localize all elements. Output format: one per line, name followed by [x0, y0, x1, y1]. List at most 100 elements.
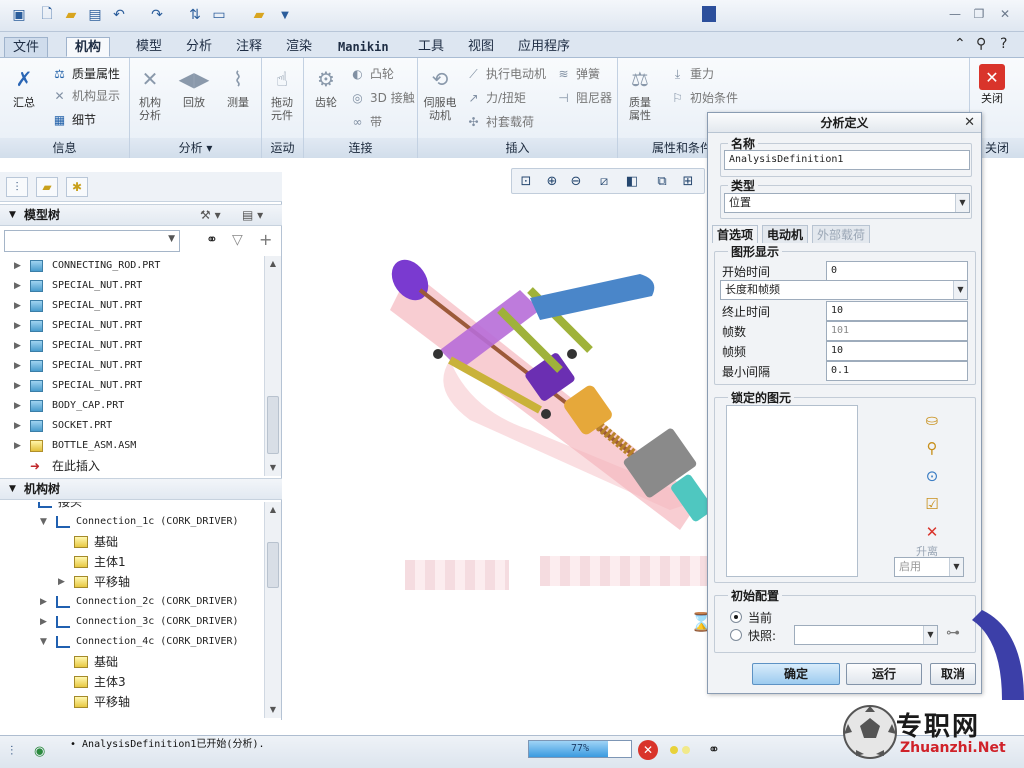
expand-arrow-icon[interactable]: ▶: [14, 316, 21, 336]
expand-arrow-icon[interactable]: ▶: [14, 396, 21, 416]
expand-arrow-icon[interactable]: ▶: [40, 612, 47, 632]
collapse-arrow-icon[interactable]: ▼: [40, 512, 47, 532]
minimize-icon[interactable]: —: [948, 8, 962, 20]
tree-item[interactable]: ▶ SOCKET.PRT: [0, 416, 264, 436]
tree-item[interactable]: ▶ SPECIAL_NUT.PRT: [0, 336, 264, 356]
lock-body-icon[interactable]: ⛀: [921, 409, 943, 431]
tree-item[interactable]: ▶ SPECIAL_NUT.PRT: [0, 276, 264, 296]
current-radio[interactable]: [730, 611, 742, 623]
mech-tree-item[interactable]: 接头: [0, 502, 264, 512]
playback-button[interactable]: ◀▶ 回放: [174, 64, 214, 109]
mech-tree-item[interactable]: ▶ Connection_3c (CORK_DRIVER): [0, 612, 264, 632]
summary-button[interactable]: ✗ 汇总: [4, 64, 44, 109]
cam-button[interactable]: ◐ 凸轮: [350, 64, 394, 84]
mech-tree-scrollbar[interactable]: ▲ ▼: [264, 502, 281, 718]
cancel-button[interactable]: 取消: [930, 663, 976, 685]
tab-view[interactable]: 视图: [460, 37, 502, 57]
mech-tree-item[interactable]: ▼ Connection_4c (CORK_DRIVER): [0, 632, 264, 652]
mech-tree-item[interactable]: ▼ Connection_1c (CORK_DRIVER): [0, 512, 264, 532]
tab-annotate[interactable]: 注释: [228, 37, 270, 57]
model-tree-tab-icon[interactable]: ⫶: [6, 177, 28, 197]
mech-display-button[interactable]: ✕ 机构显示: [52, 86, 120, 106]
damper-button[interactable]: ⊣ 阻尼器: [556, 88, 612, 108]
exec-motor-button[interactable]: ⟋ 执行电动机: [466, 64, 546, 84]
browser-icon[interactable]: ◉: [34, 744, 45, 759]
snapshot-radio[interactable]: [730, 629, 742, 641]
model-tree-scrollbar[interactable]: ▲ ▼: [264, 256, 281, 476]
mass-properties-button[interactable]: ⚖ 质量 属性: [620, 64, 660, 122]
tree-item[interactable]: ▶ SPECIAL_NUT.PRT: [0, 356, 264, 376]
close-button[interactable]: ✕ 关闭: [972, 64, 1012, 105]
find-icon[interactable]: ⚭: [708, 742, 720, 758]
collapse-arrow-icon[interactable]: ▼: [40, 632, 47, 652]
tree-item[interactable]: ▶ BODY_CAP.PRT: [0, 396, 264, 416]
search-icon[interactable]: ⚲: [976, 36, 986, 52]
detail-button[interactable]: ▦ 细节: [52, 110, 96, 130]
filter-icon[interactable]: ▽: [232, 232, 243, 248]
mech-tree-item[interactable]: 平移轴: [0, 692, 264, 712]
expand-arrow-icon[interactable]: ▶: [14, 296, 21, 316]
mech-tree-item[interactable]: ▶ Connection_2c (CORK_DRIVER): [0, 592, 264, 612]
spring-button[interactable]: ≋ 弹簧: [556, 64, 600, 84]
locked-entities-list[interactable]: [726, 405, 858, 577]
redo-icon[interactable]: ↷: [148, 6, 166, 24]
zoom-in-icon[interactable]: ⊕: [542, 172, 562, 192]
tree-item[interactable]: ▶ SPECIAL_NUT.PRT: [0, 376, 264, 396]
lock-check-icon[interactable]: ☑: [921, 493, 943, 515]
save-icon[interactable]: ▤: [86, 6, 104, 24]
tab-preferences[interactable]: 首选项: [712, 225, 759, 243]
tree-item[interactable]: ▶ SPECIAL_NUT.PRT: [0, 316, 264, 336]
end-time-input[interactable]: 10: [826, 301, 968, 321]
tab-tools[interactable]: 工具: [410, 37, 452, 57]
help-icon[interactable]: ?: [1000, 36, 1007, 52]
scroll-up-icon[interactable]: ▲: [265, 256, 281, 272]
mech-tree-item[interactable]: ▶ 平移轴: [0, 572, 264, 592]
expand-arrow-icon[interactable]: ▶: [58, 572, 65, 592]
tree-item[interactable]: ▶ CONNECTING_ROD.PRT: [0, 256, 264, 276]
mechanism-model-view[interactable]: [380, 250, 710, 550]
lock-cam-icon[interactable]: ⊙: [921, 465, 943, 487]
servo-motor-button[interactable]: ⟲ 伺服电 动机: [420, 64, 460, 122]
expand-arrow-icon[interactable]: ▶: [14, 256, 21, 276]
mech-tree-item[interactable]: 主体3: [0, 672, 264, 692]
scroll-down-icon[interactable]: ▼: [265, 460, 281, 476]
min-interval-input[interactable]: 0.1: [826, 361, 968, 381]
favorites-tab-icon[interactable]: ✱: [66, 177, 88, 197]
expand-arrow-icon[interactable]: ▶: [14, 416, 21, 436]
scroll-down-icon[interactable]: ▼: [265, 702, 281, 718]
gear-button[interactable]: ⚙ 齿轮: [306, 64, 346, 109]
repaint-icon[interactable]: ⧄: [594, 172, 614, 192]
tree-toggle-icon[interactable]: ⫶: [10, 744, 13, 759]
tree-item[interactable]: ▶ BOTTLE_ASM.ASM: [0, 436, 264, 456]
stop-icon[interactable]: ✕: [638, 740, 658, 760]
tab-file[interactable]: 文件: [4, 37, 49, 57]
folder-browser-tab-icon[interactable]: ▰: [36, 177, 58, 197]
dialog-close-icon[interactable]: ✕: [964, 115, 975, 131]
start-time-input[interactable]: 0: [826, 261, 968, 281]
gravity-button[interactable]: ⤓ 重力: [670, 64, 714, 84]
add-column-icon[interactable]: +: [259, 230, 272, 249]
insert-here-item[interactable]: ➜ 在此插入: [0, 456, 264, 476]
restore-icon[interactable]: ❐: [972, 8, 986, 20]
frame-rate-input[interactable]: 10: [826, 341, 968, 361]
mech-tree-item[interactable]: 基础: [0, 652, 264, 672]
close-app-icon[interactable]: ✕: [998, 8, 1012, 20]
expand-arrow-icon[interactable]: ▶: [40, 592, 47, 612]
refit-icon[interactable]: ⊡: [516, 172, 536, 192]
group-title-analysis[interactable]: 分析 ▾: [130, 138, 261, 158]
contact3d-button[interactable]: ◎ 3D 接触: [350, 88, 414, 108]
show-menu-icon[interactable]: ▤ ▾: [242, 205, 263, 226]
lock-connection-icon[interactable]: ⚲: [921, 437, 943, 459]
expand-arrow-icon[interactable]: ▶: [14, 336, 21, 356]
mech-tree-header[interactable]: ▼ 机构树: [0, 478, 282, 500]
initial-conditions-button[interactable]: ⚐ 初始条件: [670, 88, 738, 108]
tab-manikin[interactable]: Manikin: [330, 37, 397, 57]
expand-arrow-icon[interactable]: ▶: [14, 376, 21, 396]
new-file-icon[interactable]: 🗋: [38, 6, 56, 24]
zoom-out-icon[interactable]: ⊖: [566, 172, 586, 192]
force-torque-button[interactable]: ↗ 力/扭矩: [466, 88, 526, 108]
saved-views-icon[interactable]: ⧉: [652, 172, 672, 192]
tab-model[interactable]: 模型: [128, 37, 170, 57]
type-select[interactable]: 位置 ▼: [724, 193, 970, 213]
drag-components-button[interactable]: ☝ 拖动 元件: [262, 64, 302, 122]
